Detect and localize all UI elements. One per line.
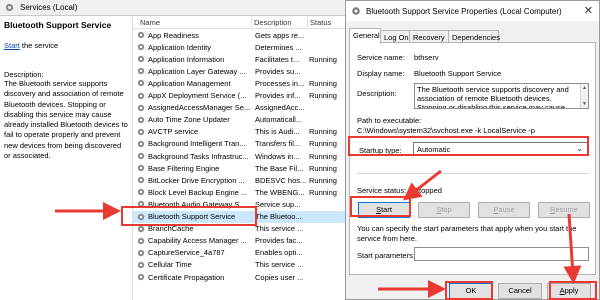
arrow-to-start [402,169,442,201]
arrow-to-apply [563,213,582,284]
annotation-arrows [55,169,582,298]
